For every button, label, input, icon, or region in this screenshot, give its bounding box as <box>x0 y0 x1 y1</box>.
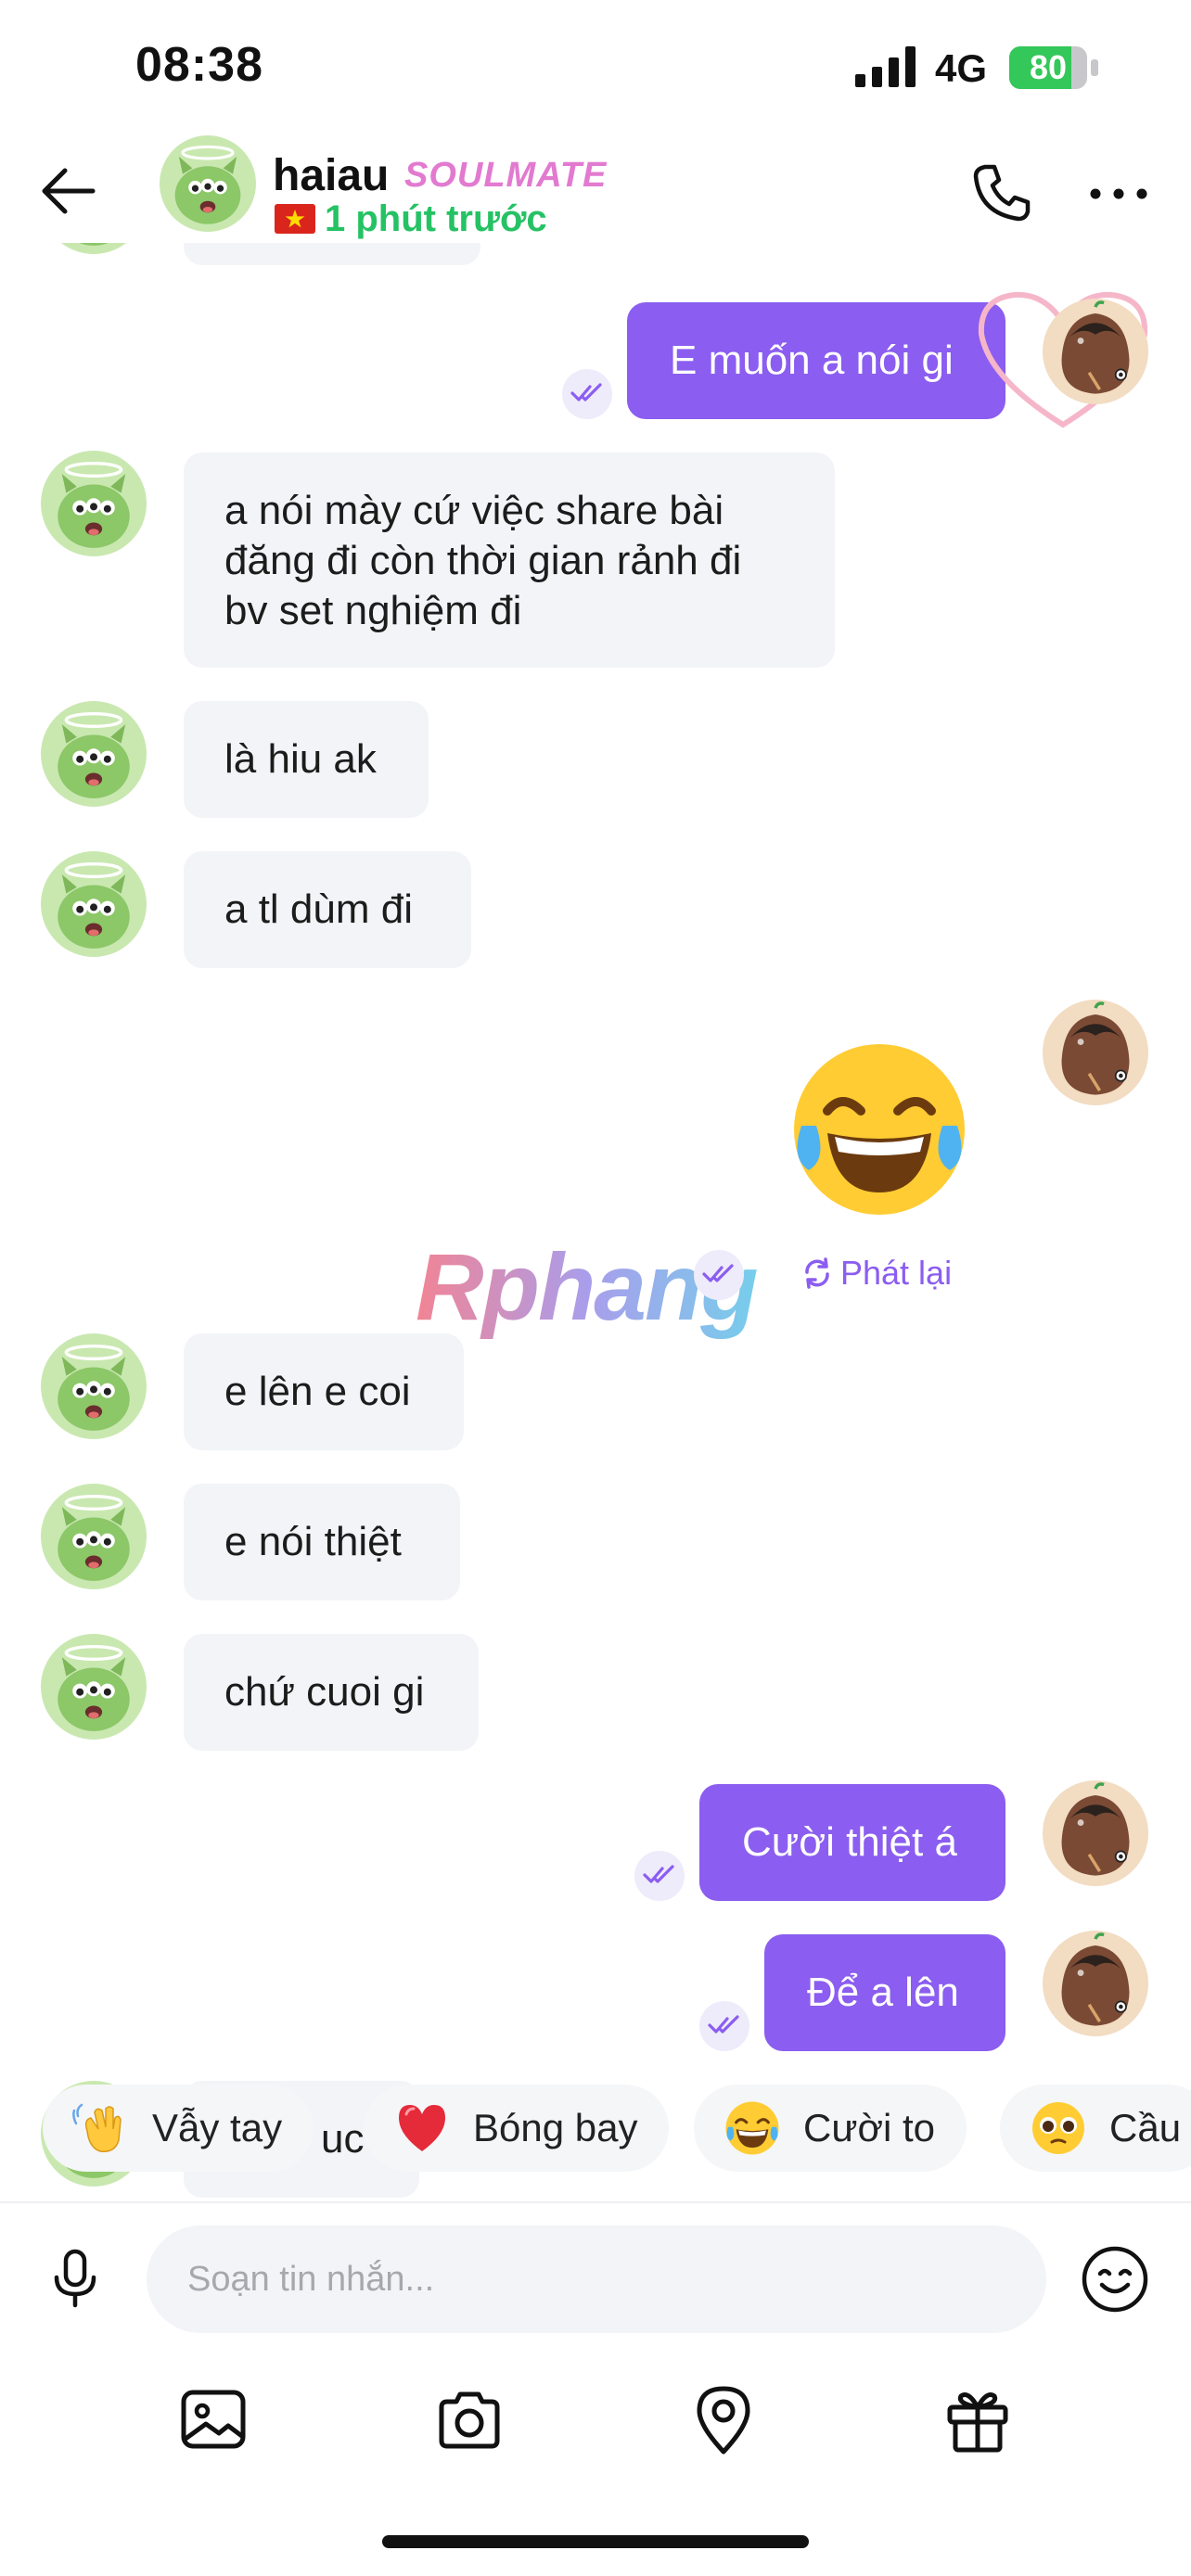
reaction-label: Vẫy tay <box>152 2106 283 2149</box>
status-time: 08:38 <box>135 38 263 92</box>
message-line: đăng đi còn thời gian rảnh đi <box>224 538 742 583</box>
my-avatar <box>1043 1931 1148 2036</box>
location-icon[interactable] <box>686 2383 761 2457</box>
my-avatar <box>1043 299 1148 404</box>
replay-label: Phát lại <box>840 1254 953 1292</box>
incoming-avatar <box>41 1333 147 1439</box>
incoming-message-bubble[interactable]: e lên e coi <box>184 1333 464 1450</box>
battery-icon: 80 <box>1009 46 1102 89</box>
reaction-chip-laugh[interactable]: Cười to <box>694 2085 967 2172</box>
gift-icon[interactable] <box>941 2383 1015 2457</box>
home-indicator[interactable] <box>382 2535 809 2548</box>
incoming-message-bubble[interactable]: a nói mày cứ việc share bài đăng đi còn … <box>184 453 835 668</box>
read-receipt-icon <box>634 1851 685 1901</box>
incoming-avatar <box>41 851 147 957</box>
incoming-avatar <box>41 1634 147 1740</box>
incoming-avatar <box>41 243 147 254</box>
message-line: bv set nghiệm đi <box>224 588 522 633</box>
reaction-chip-plead[interactable]: Cầu <box>1000 2085 1191 2172</box>
phone-icon[interactable] <box>968 159 1035 226</box>
last-seen-status: 1 phút trước <box>325 198 547 239</box>
my-avatar <box>1043 1000 1148 1105</box>
contact-avatar[interactable] <box>160 135 256 232</box>
incoming-message-bubble[interactable]: a tl dùm đi <box>184 851 471 968</box>
gallery-icon[interactable] <box>176 2383 250 2457</box>
outgoing-message-bubble[interactable]: Cười thiệt á <box>699 1784 1005 1901</box>
read-receipt-icon <box>694 1250 744 1300</box>
incoming-avatar <box>41 1484 147 1589</box>
microphone-icon[interactable] <box>41 2244 109 2313</box>
message-list[interactable]: E muốn a nói gi a nói mày cứ việc share … <box>0 243 1191 2201</box>
vietnam-flag-icon <box>275 204 315 234</box>
laughing-emoji-icon <box>724 2099 781 2157</box>
reaction-label: Bóng bay <box>473 2106 638 2149</box>
signal-icon <box>855 46 916 87</box>
replay-button[interactable]: Phát lại <box>800 1254 952 1293</box>
read-receipt-icon <box>699 2001 749 2051</box>
message-line: a nói mày cứ việc share bài <box>224 488 724 533</box>
pleading-face-icon <box>1032 2102 1084 2154</box>
waving-hand-icon <box>72 2103 122 2152</box>
reaction-label: Cầu <box>1109 2106 1182 2149</box>
emoji-picker-icon[interactable] <box>1080 2244 1150 2315</box>
laughing-emoji-sticker[interactable] <box>787 1037 972 1222</box>
incoming-message-bubble[interactable]: là hiu ak <box>184 701 429 818</box>
composer-divider <box>0 2201 1191 2203</box>
incoming-message-bubble <box>184 243 480 265</box>
incoming-message-bubble[interactable]: e nói thiệt <box>184 1484 460 1600</box>
reaction-chip-balloon[interactable]: Bóng bay <box>364 2085 670 2172</box>
soulmate-badge: SOULMATE <box>404 156 608 195</box>
battery-level: 80 <box>1029 48 1068 86</box>
contact-name[interactable]: haiau <box>273 150 389 201</box>
incoming-avatar <box>41 451 147 556</box>
back-arrow-icon[interactable] <box>37 159 100 223</box>
network-type: 4G <box>935 46 988 90</box>
incoming-message-bubble[interactable]: chứ cuoi gi <box>184 1634 479 1751</box>
message-input[interactable]: Soạn tin nhắn... <box>147 2225 1046 2333</box>
incoming-avatar <box>41 701 147 807</box>
outgoing-message-bubble[interactable]: E muốn a nói gi <box>627 302 1005 419</box>
my-avatar <box>1043 1780 1148 1886</box>
more-icon[interactable] <box>1087 185 1150 202</box>
reaction-chip-wave[interactable]: Vẫy tay <box>43 2085 314 2172</box>
camera-icon[interactable] <box>432 2383 506 2457</box>
heart-icon <box>399 2105 445 2151</box>
reaction-label: Cười to <box>803 2106 936 2149</box>
outgoing-message-bubble[interactable]: Để a lên <box>764 1934 1005 2051</box>
read-receipt-icon <box>562 369 612 419</box>
quick-reaction-bar[interactable]: Vẫy tay Bóng bay Cười to Cầu <box>0 2085 1191 2172</box>
replay-icon <box>805 1257 829 1289</box>
